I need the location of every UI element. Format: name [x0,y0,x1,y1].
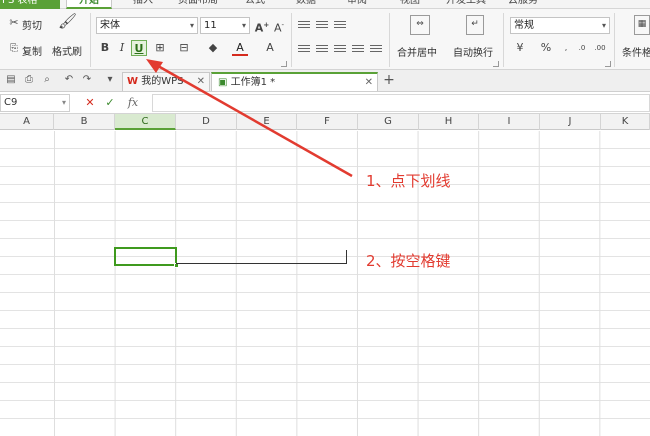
annotation-step2: 2、按空格键 [366,252,451,270]
annotation-arrow [146,59,353,178]
spreadsheet-window: PS 表格 开始 插入 页面布局 公式 数据 审阅 视图 开发工具 云服务 ✂ … [0,0,650,436]
annotation-step1: 1、点下划线 [366,172,451,190]
